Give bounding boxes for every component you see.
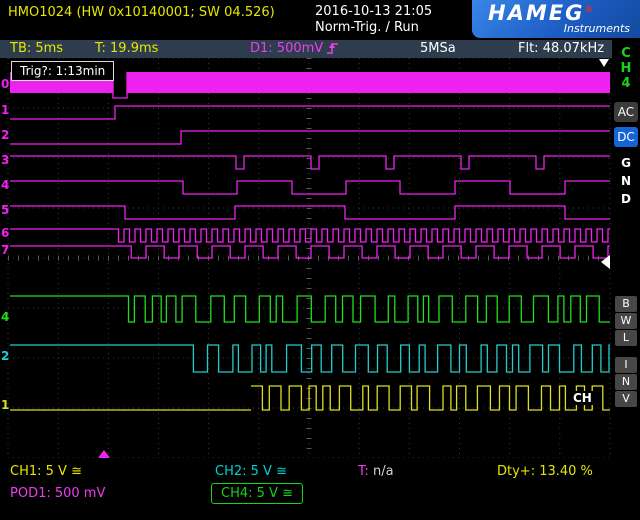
- filter-readout: Flt: 48.07kHz: [518, 41, 604, 56]
- ch-overlay-label: CH: [571, 391, 594, 405]
- channel-marker[interactable]: 4: [1, 178, 9, 192]
- channel-marker[interactable]: 2: [1, 128, 9, 142]
- channel-marker[interactable]: 4: [1, 310, 9, 324]
- stack-letter: N: [615, 374, 637, 390]
- bottom-bar: CH1: 5 V ≅ CH2: 5 V ≅ T: n/a Dty+: 13.40…: [0, 458, 640, 520]
- stack-letter: 4: [612, 76, 640, 91]
- trigger-offset-readout: T: 19.9ms: [95, 41, 158, 56]
- device-info: HMO1024 (HW 0x10140001; SW 04.526): [8, 5, 275, 20]
- stack-letter: W: [615, 313, 637, 329]
- trigger-time-label: T:: [358, 464, 369, 479]
- channel-marker[interactable]: 5: [1, 203, 9, 217]
- pod-d0: [113, 72, 127, 98]
- pod-d2: [10, 131, 610, 144]
- stack-letter: I: [615, 357, 637, 373]
- header: HMO1024 (HW 0x10140001; SW 04.526) 2016-…: [0, 0, 640, 40]
- oscilloscope-screen: 0 1 2 3 4 5 6 7 4 2 1 HMO1024 (HW 0x10140001; SW 0…: [0, 0, 640, 520]
- duty-cycle-status: Dty+: 13.40 %: [497, 464, 593, 479]
- channel-marker[interactable]: 0: [1, 77, 9, 91]
- invert-button[interactable]: INV: [614, 356, 638, 408]
- coupling-ac-button[interactable]: AC: [614, 102, 638, 122]
- pod1-status[interactable]: POD1: 500 mV: [10, 486, 105, 501]
- channel-marker[interactable]: 3: [1, 153, 9, 167]
- acquisition-status: Norm-Trig. / Run: [315, 20, 419, 35]
- status-bar: TB: 5ms T: 19.9ms D1: 500mV 5MSa Flt: 48…: [0, 40, 612, 58]
- pod-d4: [10, 181, 610, 194]
- trigger-level-readout: D1: 500mV: [250, 41, 339, 56]
- rising-edge-icon: [326, 42, 339, 55]
- stack-letter: G: [614, 154, 638, 172]
- coupling-dc-button[interactable]: DC: [614, 127, 638, 147]
- stack-letter: H: [612, 61, 640, 76]
- pod-d7: [10, 246, 610, 258]
- stack-letter: L: [615, 330, 637, 346]
- side-menu: CH4 AC DC GND BWL INV: [612, 40, 640, 460]
- trigger-time-status: T: n/a: [358, 464, 394, 479]
- hameg-logo: HAMEG® Instruments: [472, 0, 640, 38]
- stack-letter: D: [614, 190, 638, 208]
- stack-letter: N: [614, 172, 638, 190]
- tri-left-marker[interactable]: [601, 255, 610, 269]
- channel-marker[interactable]: 1: [1, 398, 9, 412]
- stack-letter: C: [612, 46, 640, 61]
- trigger-level-text: D1: 500mV: [250, 41, 323, 56]
- channel-marker[interactable]: 6: [1, 226, 9, 240]
- coupling-gnd-button[interactable]: GND: [614, 154, 638, 208]
- pod-d5: [10, 206, 610, 219]
- channel-marker[interactable]: 1: [1, 103, 9, 117]
- ch1-status[interactable]: CH1: 5 V ≅: [10, 464, 82, 479]
- timebase-readout: TB: 5ms: [10, 41, 63, 56]
- bandwidth-limit-button[interactable]: BWL: [614, 295, 638, 347]
- channel-marker[interactable]: 2: [1, 349, 9, 363]
- side-menu-channel-label: CH4: [612, 46, 640, 91]
- tri-down-marker[interactable]: [599, 59, 609, 67]
- ch4-status[interactable]: CH4: 5 V ≅: [211, 483, 303, 504]
- ch2-status[interactable]: CH2: 5 V ≅: [215, 464, 287, 479]
- pod-d6: [10, 229, 610, 242]
- pod-d1: [10, 106, 610, 119]
- stack-letter: B: [615, 296, 637, 312]
- pod-d0-band: [127, 72, 610, 93]
- stack-letter: V: [615, 391, 637, 407]
- channel-marker[interactable]: 7: [1, 243, 9, 257]
- trigger-status-label: Trig?: 1:13min: [11, 61, 114, 81]
- pod-d3: [10, 156, 610, 169]
- datetime: 2016-10-13 21:05: [315, 4, 432, 19]
- sample-rate-readout: 5MSa: [420, 41, 456, 56]
- trigger-time-value: n/a: [373, 464, 394, 479]
- registered-mark: ®: [584, 5, 595, 15]
